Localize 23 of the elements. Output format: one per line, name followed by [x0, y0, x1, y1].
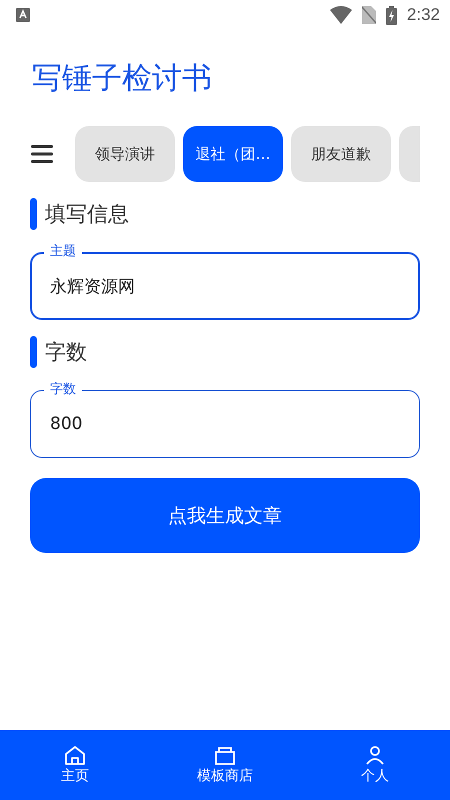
section-heading: 填写信息	[45, 201, 129, 228]
section-heading: 字数	[45, 339, 87, 366]
input-field[interactable]: 主题 永辉资源网	[30, 242, 420, 320]
menu-icon[interactable]	[31, 144, 53, 164]
notification-icon	[16, 8, 30, 22]
input-field[interactable]: 字数 800	[30, 380, 420, 458]
section-marker	[30, 198, 37, 230]
store-icon[interactable]	[214, 745, 236, 765]
generate-button[interactable]: 点我生成文章	[30, 478, 420, 553]
person-icon[interactable]	[364, 745, 386, 765]
category-tab[interactable]: 退社（团…	[183, 126, 283, 182]
app-title: 写锤子检讨书	[32, 60, 213, 98]
category-tab[interactable]: 朋友道歉	[291, 126, 391, 182]
status-time: 2:32	[406, 5, 440, 25]
nav-label[interactable]: 个人	[361, 767, 389, 785]
no-sim-icon	[362, 6, 376, 24]
category-tab[interactable]: 领导演讲	[75, 126, 175, 182]
battery-charging-icon	[386, 6, 397, 24]
nav-label[interactable]: 模板商店	[197, 767, 253, 785]
wifi-icon	[330, 6, 352, 24]
home-icon[interactable]	[64, 745, 86, 765]
nav-label[interactable]: 主页	[61, 767, 89, 785]
section-marker	[30, 336, 37, 368]
